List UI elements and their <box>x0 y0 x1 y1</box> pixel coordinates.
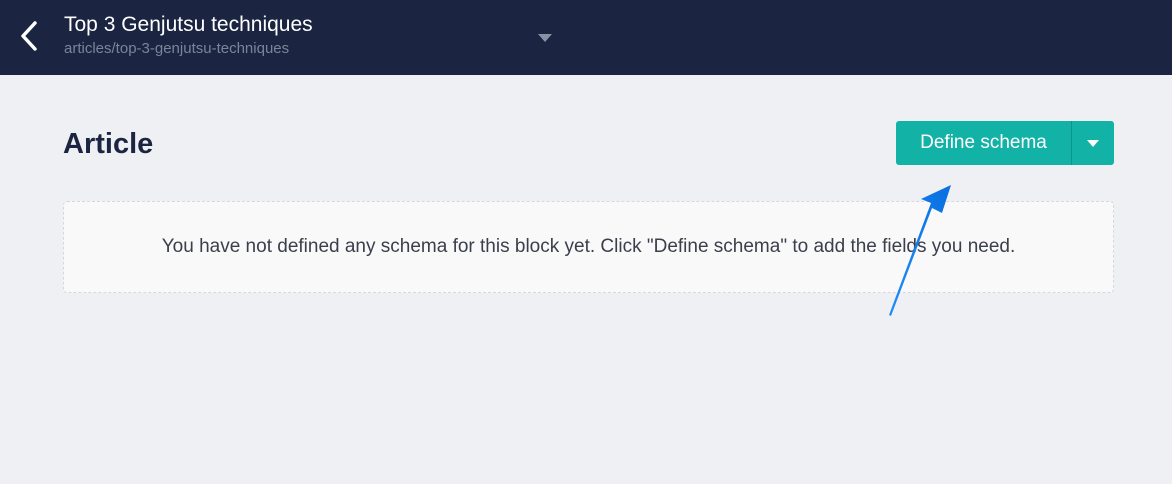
define-schema-button[interactable]: Define schema <box>896 121 1071 165</box>
page-title: Article <box>63 128 154 160</box>
title-block: Top 3 Genjutsu techniques articles/top-3… <box>64 12 313 59</box>
record-title: Top 3 Genjutsu techniques <box>64 13 313 36</box>
annotation-arrow-icon <box>889 185 951 316</box>
define-schema-dropdown-button[interactable] <box>1072 121 1114 165</box>
back-button[interactable] <box>10 16 48 56</box>
title-dropdown-toggle[interactable] <box>535 30 555 46</box>
record-slug: articles/top-3-genjutsu-techniques <box>64 40 290 57</box>
top-bar: Top 3 Genjutsu techniques articles/top-3… <box>0 0 1172 75</box>
chevron-left-icon <box>21 21 37 51</box>
caret-down-icon <box>1087 139 1099 147</box>
define-schema-split-button: Define schema <box>896 121 1114 165</box>
caret-down-icon <box>538 34 552 42</box>
